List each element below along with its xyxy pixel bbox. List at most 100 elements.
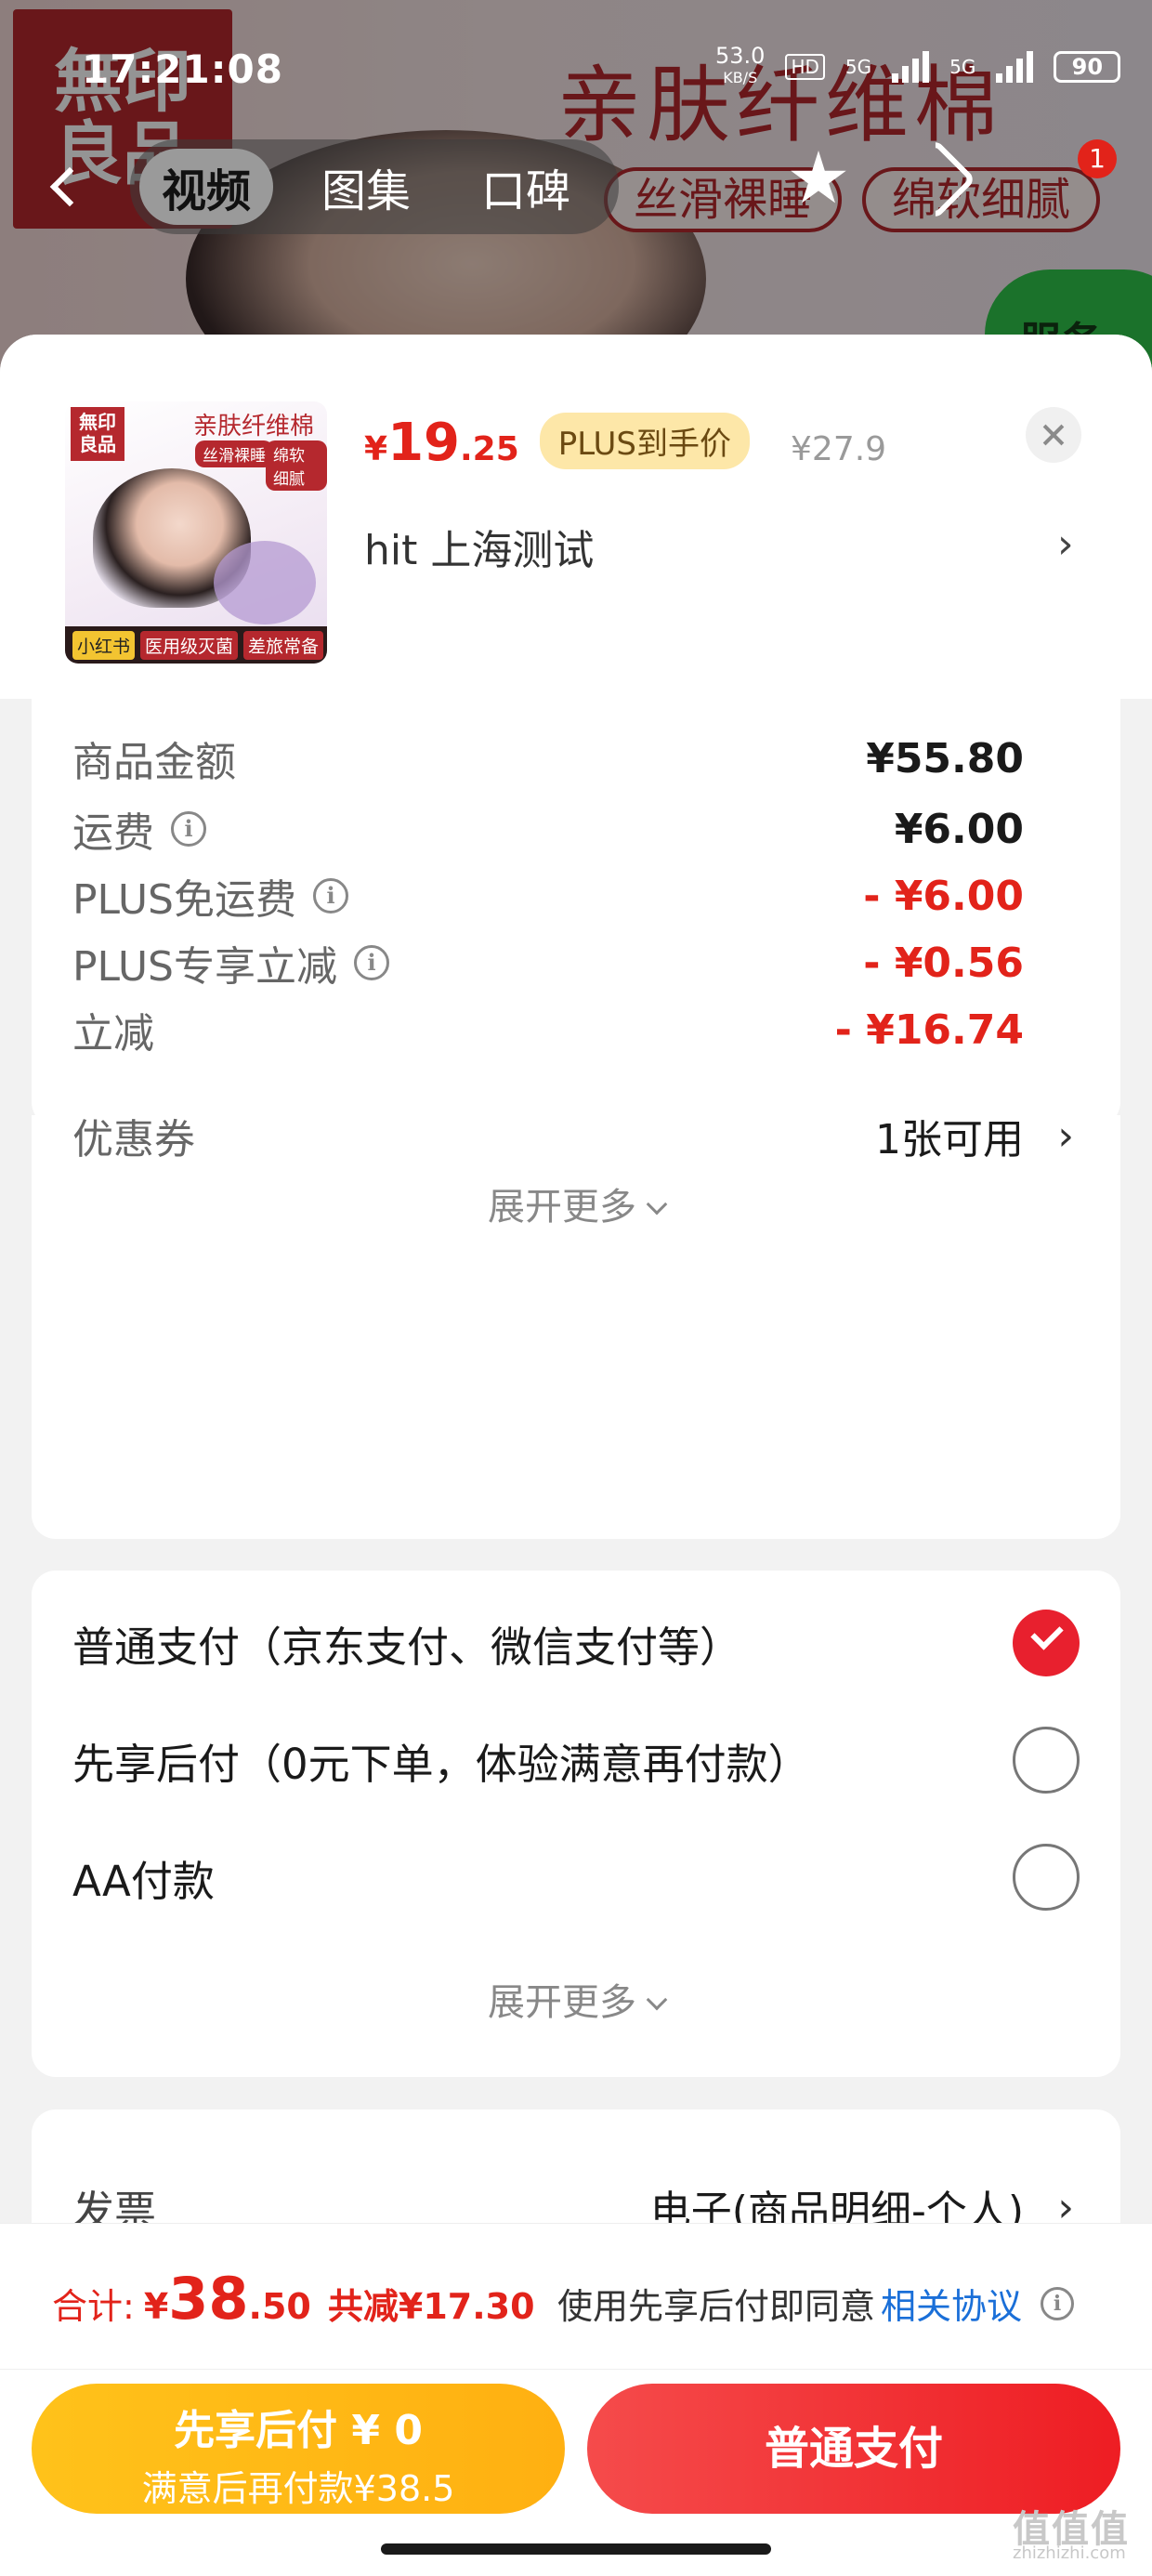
cart-count-badge: 1 — [1078, 139, 1117, 178]
payment-option-label: 普通支付（京东支付、微信支付等） — [72, 1622, 742, 1672]
coupon-value: 1张可用 — [875, 1116, 1024, 1163]
back-chevron-icon[interactable] — [49, 166, 90, 207]
product-thumbnail[interactable]: 無印 良品 亲肤纤维棉 丝滑裸睡 绵软细腻 小红书 医用级灭菌 差旅常备 — [65, 401, 327, 664]
thumbnail-bunny-pattern — [214, 541, 316, 624]
total-symbol: ¥ — [143, 2286, 169, 2327]
signal-icon — [892, 51, 930, 83]
fee-label: PLUS专享立减 — [72, 943, 337, 991]
share-icon[interactable] — [895, 138, 976, 220]
payment-option-label: AA付款 — [72, 1856, 215, 1906]
fee-row-plus-discount: PLUS专享立减 i - ¥0.56 — [72, 935, 1080, 992]
thumbnail-logo-line2: 良品 — [79, 433, 116, 455]
chevron-right-icon[interactable]: › — [1057, 520, 1074, 568]
price-integer: 19 — [387, 413, 460, 473]
radio-button[interactable] — [1013, 1727, 1080, 1794]
tab-video[interactable]: 视频 — [139, 149, 274, 225]
thumbnail-logo: 無印 良品 — [71, 407, 124, 461]
fee-label: 优惠券 — [72, 1116, 195, 1163]
expand-more-payment[interactable]: 展开更多 — [32, 1972, 1120, 2026]
fee-row-instant-discount: 立减 - ¥16.74 — [72, 1002, 1080, 1058]
fee-label: 商品金额 — [72, 739, 236, 786]
fee-label-group: PLUS免运费 i — [72, 866, 348, 926]
net-speed-value: 53.0 — [715, 43, 766, 69]
network-gen-2: 5G — [949, 56, 976, 78]
thumbnail-tag: 差旅常备 — [243, 630, 324, 660]
fee-label: 运费 — [72, 809, 154, 857]
fee-row-shipping: 运费 i ¥6.00 — [72, 799, 1080, 859]
fee-breakdown-card: 商品金额 ¥55.80 运费 i ¥6.00 PLUS免运费 i - ¥6.00 P… — [32, 699, 1120, 1126]
agreement-link[interactable]: 相关协议 — [881, 2278, 1022, 2329]
total-label: 合计: — [52, 2286, 135, 2327]
thumbnail-pill-1: 丝滑裸睡 — [195, 440, 273, 467]
battery-icon: 90 — [1054, 51, 1121, 83]
price-decimal: .25 — [460, 430, 519, 468]
original-price: ¥27.9 — [791, 430, 887, 468]
close-icon[interactable] — [1026, 407, 1081, 463]
top-navigation: 视频 图集 口碑 — [49, 139, 620, 234]
home-indicator[interactable] — [381, 2543, 771, 2555]
net-speed: 53.0 KB/S — [715, 45, 765, 89]
product-summary: 無印 良品 亲肤纤维棉 丝滑裸睡 绵软细腻 小红书 医用级灭菌 差旅常备 ¥ 1… — [0, 335, 1152, 699]
fee-row-plus-free-shipping: PLUS免运费 i - ¥6.00 — [72, 866, 1080, 926]
pay-later-button-subtitle: 满意后再付款¥38.5 — [141, 2468, 455, 2509]
media-tabs: 视频 图集 口碑 — [130, 139, 620, 234]
agreement-notice: 使用先享后付即同意 相关协议 i — [557, 2278, 1075, 2329]
chevron-right-icon[interactable]: › — [1057, 1112, 1074, 1160]
normal-pay-button[interactable]: 普通支付 — [587, 2384, 1120, 2514]
order-total: 合计: ¥ 38 .50 共减¥17.30 — [52, 2265, 535, 2333]
coupon-row[interactable]: 优惠券 1张可用 › — [72, 1108, 1080, 1164]
check-icon[interactable] — [1013, 1610, 1080, 1676]
background-product-page: 無印 良品 亲肤纤维棉 丝滑裸睡 绵软细腻 服务 17:21:08 53.0 K… — [0, 0, 1152, 372]
agreement-text: 使用先享后付即同意 — [557, 2286, 876, 2327]
price-symbol: ¥ — [364, 430, 388, 468]
thumbnail-tags: 小红书 医用级灭菌 差旅常备 — [65, 626, 327, 664]
shipping-address[interactable]: hit 上海测试 — [364, 517, 594, 576]
fee-value: ¥55.80 — [866, 734, 1024, 782]
pay-later-button-title: 先享后付 ¥ 0 — [174, 2407, 423, 2454]
expand-more-fees[interactable]: 展开更多 — [32, 1176, 1120, 1230]
info-icon[interactable]: i — [171, 811, 206, 847]
status-icons: 53.0 KB/S HD 5G 5G 90 — [715, 45, 1121, 89]
fee-value: - ¥16.74 — [834, 1005, 1024, 1054]
fee-breakdown-card-continued: 优惠券 1张可用 › 展开更多 — [32, 1112, 1120, 1539]
tab-gallery[interactable]: 图集 — [299, 149, 433, 225]
fee-value: - ¥6.00 — [863, 872, 1024, 920]
payment-option-aa[interactable]: AA付款 — [72, 1840, 1080, 1914]
signal-icon-2 — [996, 51, 1034, 83]
thumbnail-tag: 医用级灭菌 — [140, 630, 239, 660]
payment-option-label: 先享后付（0元下单，体验满意再付款） — [72, 1739, 810, 1789]
fee-row-goods: 商品金额 ¥55.80 — [72, 730, 1080, 787]
tab-reviews[interactable]: 口碑 — [459, 149, 593, 225]
pay-later-button[interactable]: 先享后付 ¥ 0 满意后再付款¥38.5 — [32, 2384, 565, 2514]
thumbnail-tag: 小红书 — [72, 630, 136, 660]
chevron-down-icon — [646, 1989, 668, 2011]
hd-icon: HD — [785, 54, 825, 80]
fee-label: 立减 — [72, 1010, 154, 1058]
fee-label: PLUS免运费 — [72, 876, 296, 924]
bottom-checkout-bar: 合计: ¥ 38 .50 共减¥17.30 使用先享后付即同意 相关协议 i 先… — [0, 2223, 1152, 2576]
info-icon[interactable]: i — [354, 945, 389, 980]
network-gen-1: 5G — [844, 56, 872, 78]
price-line: ¥ 19 .25 PLUS到手价 ¥27.9 — [364, 413, 886, 475]
top-actions — [790, 138, 976, 220]
fee-label-group: 运费 i — [72, 799, 206, 859]
info-icon[interactable]: i — [1041, 2286, 1075, 2320]
thumbnail-logo-line1: 無印 — [79, 411, 116, 433]
fee-value: ¥6.00 — [894, 805, 1024, 853]
total-decimal: .50 — [248, 2286, 311, 2327]
info-icon[interactable]: i — [313, 878, 348, 913]
divider — [0, 2369, 1152, 2370]
payment-option-normal[interactable]: 普通支付（京东支付、微信支付等） — [72, 1606, 1080, 1680]
plus-price-badge: PLUS到手价 — [539, 413, 751, 469]
net-speed-unit: KB/S — [723, 69, 758, 86]
star-icon[interactable] — [791, 151, 846, 204]
status-time: 17:21:08 — [82, 46, 283, 92]
total-integer: 38 — [168, 2265, 249, 2333]
radio-button[interactable] — [1013, 1844, 1080, 1911]
expand-more-label: 展开更多 — [488, 1981, 636, 2024]
payment-option-pay-later[interactable]: 先享后付（0元下单，体验满意再付款） — [72, 1723, 1080, 1797]
chevron-down-icon — [646, 1193, 668, 1216]
thumbnail-pill-2: 绵软细腻 — [266, 440, 327, 491]
total-saving: 共减¥17.30 — [327, 2286, 535, 2327]
thumbnail-headline: 亲肤纤维棉 — [193, 413, 315, 440]
